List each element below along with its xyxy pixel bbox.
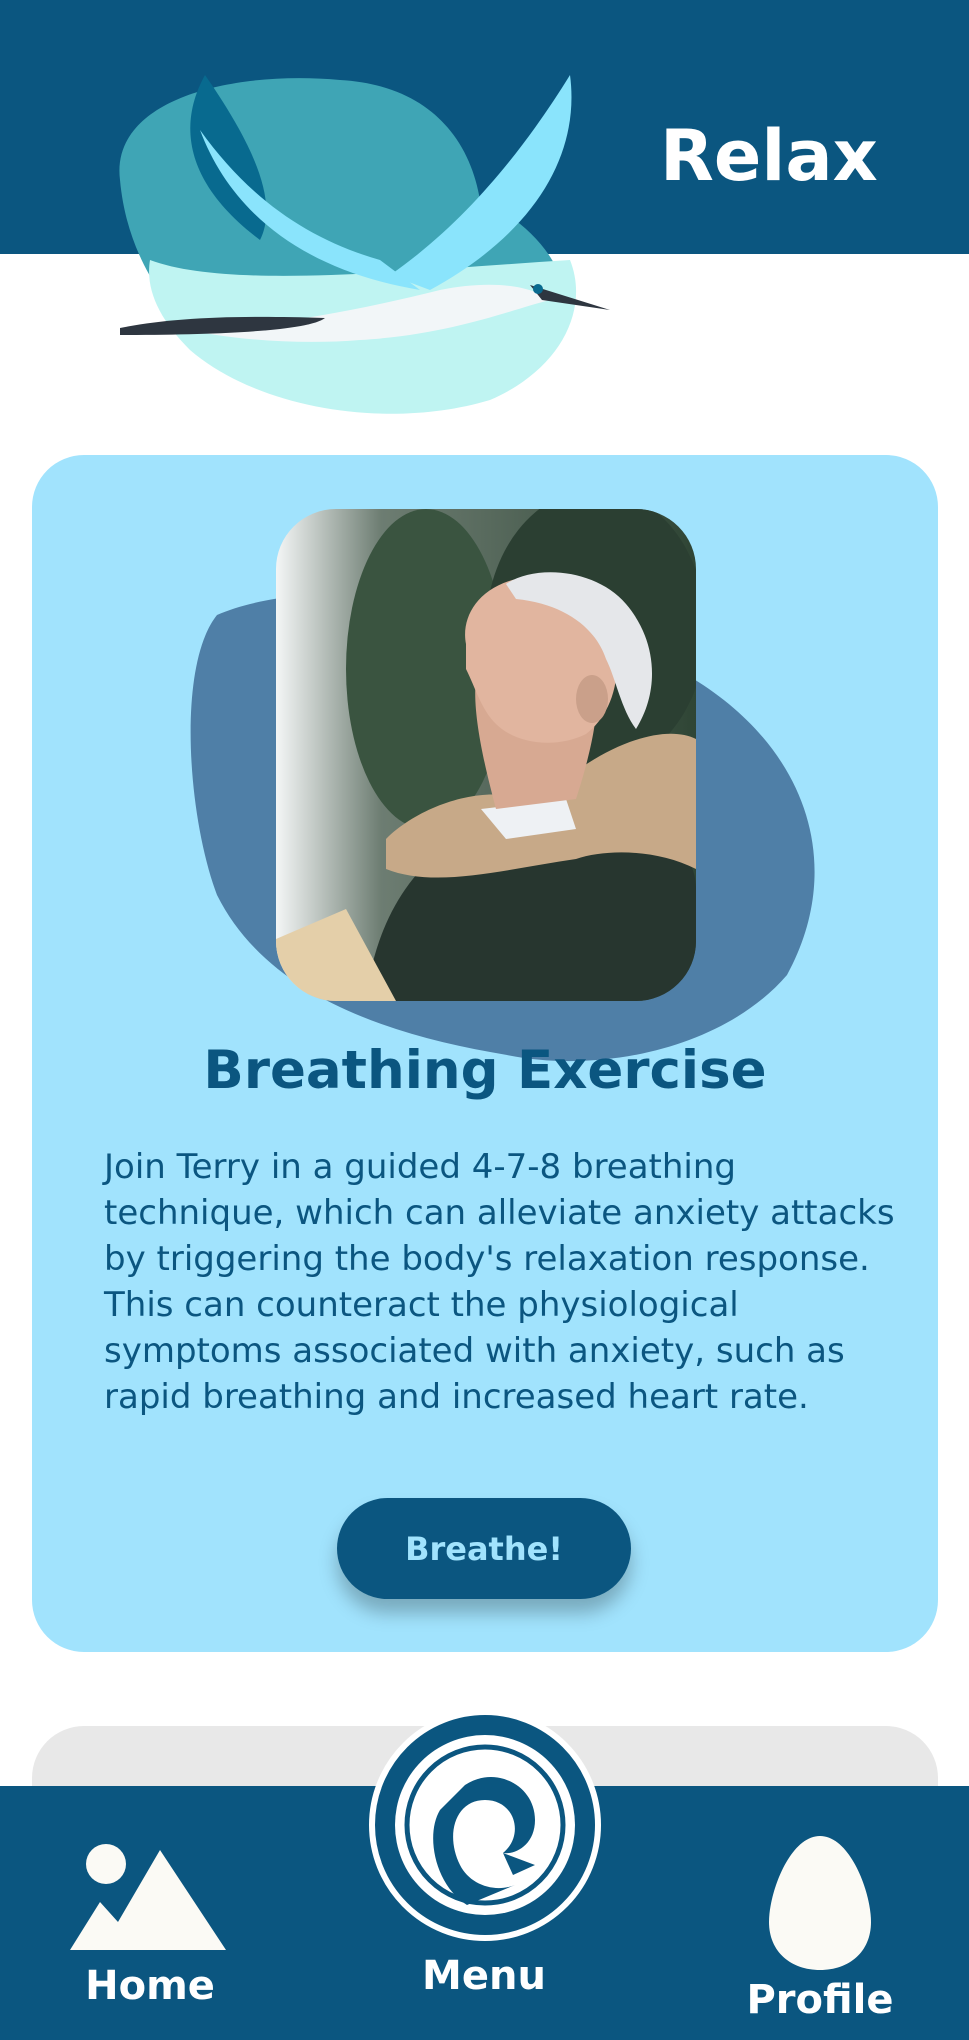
nav-profile-label: Profile xyxy=(746,1977,894,2023)
mountain-sun-icon xyxy=(70,1844,226,1950)
nav-home-label: Home xyxy=(85,1963,215,2009)
breathing-exercise-card: Breathing Exercise Join Terry in a guide… xyxy=(32,455,938,1652)
nav-profile[interactable]: Profile xyxy=(740,1832,900,2032)
card-title: Breathing Exercise xyxy=(203,1040,767,1101)
man-breathing-photo xyxy=(276,509,696,1001)
card-description: Join Terry in a guided 4-7-8 breathing t… xyxy=(104,1147,895,1417)
nav-home[interactable]: Home xyxy=(60,1842,240,2022)
page-title: Relax xyxy=(660,115,878,197)
flying-bird-logo-icon xyxy=(119,75,610,414)
egg-icon xyxy=(769,1836,871,1970)
nav-menu-label: Menu xyxy=(422,1953,546,1999)
bird-circle-icon xyxy=(395,1735,575,1915)
menu-button[interactable] xyxy=(369,1709,601,1941)
breathe-button[interactable]: Breathe! xyxy=(337,1498,631,1599)
